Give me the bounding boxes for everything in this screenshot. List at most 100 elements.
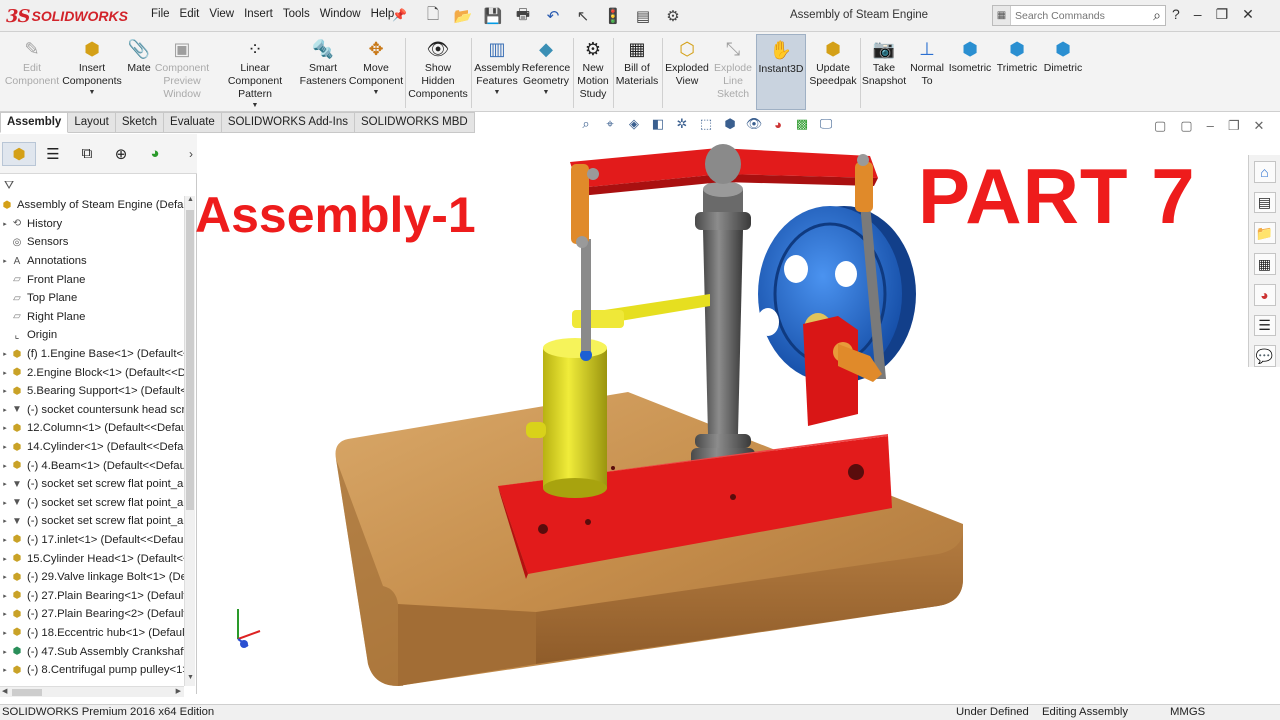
tab-mbd[interactable]: SOLIDWORKS MBD (354, 112, 475, 133)
tree-item[interactable]: ◎ Sensors (0, 233, 184, 252)
expand-arrow-icon[interactable]: ▸ (0, 536, 10, 544)
zoom-to-fit-icon[interactable]: ⌕ (576, 115, 596, 133)
tree-item[interactable]: ▸ ▼ (-) socket set screw flat point_am (0, 494, 184, 513)
menu-edit[interactable]: Edit (175, 8, 205, 20)
filter-icon[interactable]: ⛛ (4, 178, 14, 193)
expand-arrow-icon[interactable]: ▸ (0, 610, 10, 618)
viewport-restore-icon[interactable]: ❐ (1228, 118, 1240, 134)
tree-item[interactable]: ▸⬢ 15.Cylinder Head<1> (Default<<Default> (0, 549, 184, 568)
display-style-icon[interactable]: ⬢ (720, 115, 740, 133)
open-icon[interactable]: 📂 (450, 4, 476, 28)
tab-assembly[interactable]: Assembly (0, 112, 69, 133)
expand-arrow-icon[interactable]: ▸ (0, 573, 10, 581)
expand-arrow-icon[interactable]: ▸ (0, 257, 10, 265)
file-explorer-icon[interactable]: ▦ (1253, 253, 1276, 275)
home-icon[interactable]: ⌂ (1253, 161, 1276, 183)
property-manager-tab-icon[interactable]: ☰ (36, 142, 70, 166)
tree-item[interactable]: ▱ Front Plane (0, 270, 184, 289)
search-icon[interactable]: ⌕ (1153, 7, 1161, 24)
chevron-down-icon[interactable]: ▼ (252, 102, 259, 109)
previous-view-icon[interactable]: ◈ (624, 115, 644, 133)
tree-item[interactable]: ▸ ⬢ (-) 27.Plain Bearing<1> (Default<< (0, 586, 184, 605)
scroll-right-icon[interactable]: ▶ (176, 687, 181, 695)
dynamic-annotation-icon[interactable]: ✲ (672, 115, 692, 133)
tree-item[interactable]: ▸ ⬢ (-) 18.Eccentric hub<1> (Default<< (0, 624, 184, 643)
save-icon[interactable]: 💾 (480, 4, 506, 28)
reference-geometry-button[interactable]: ◆ Reference Geometry ▼ (522, 36, 570, 97)
tree-item[interactable]: ▱ Right Plane (0, 308, 184, 327)
component-preview-button[interactable]: ▣ Component Preview Window (154, 36, 210, 101)
tree-item[interactable]: ▸ ⬢ 12.Column<1> (Default<<Default> (0, 419, 184, 438)
trimetric-button[interactable]: ⬢ Trimetric (994, 36, 1040, 75)
edit-appearance-icon[interactable]: ◕ (768, 115, 788, 133)
expand-arrow-icon[interactable]: ▸ (0, 350, 10, 358)
tree-item[interactable]: ▸ ⟲ History (0, 215, 184, 234)
expand-arrow-icon[interactable]: ▸ (0, 462, 10, 470)
chevron-down-icon[interactable]: ▼ (494, 89, 501, 96)
file-properties-icon[interactable]: ▤ (630, 4, 656, 28)
show-hidden-button[interactable]: 👁 Show Hidden Components (408, 36, 468, 101)
expand-arrow-icon[interactable]: ▸ (0, 629, 10, 637)
tree-item[interactable]: ⌞ Origin (0, 326, 184, 345)
isometric-button[interactable]: ⬢ Isometric (948, 36, 992, 75)
tree-item[interactable]: ▸⬢ 5.Bearing Support<1> (Default<<Default… (0, 382, 184, 401)
split-view-icon[interactable]: ▢ (1154, 118, 1166, 134)
tree-item[interactable]: ▸ ⬢ (-) 47.Sub Assembly Crankshaft (0, 642, 184, 661)
tree-item[interactable]: ▸ ▼ (-) socket set screw flat point_am (0, 512, 184, 531)
insert-components-button[interactable]: ⬢ Insert Components ▼ (62, 36, 122, 97)
tree-item[interactable]: ⬢ Assembly of Steam Engine (Default<Displ… (0, 196, 184, 215)
chevron-down-icon[interactable]: ▼ (89, 89, 96, 96)
tree-item[interactable]: ▸ ▼ (-) socket countersunk head screw (0, 401, 184, 420)
valve-linkage[interactable] (572, 294, 710, 328)
chevron-down-icon[interactable]: ▼ (373, 89, 380, 96)
viewport-minimize-icon[interactable]: – (1207, 118, 1214, 134)
appearances-icon[interactable]: ◕ (1253, 283, 1276, 306)
forum-icon[interactable]: 💬 (1253, 345, 1276, 368)
feature-manager-tab-icon[interactable]: ⬢ (2, 141, 36, 166)
menu-window[interactable]: Window (315, 8, 366, 20)
scroll-down-icon[interactable]: ▼ (185, 674, 196, 686)
expand-arrow-icon[interactable]: ▸ (0, 443, 10, 451)
smart-fasteners-button[interactable]: 🔩 Smart Fasteners (298, 36, 348, 88)
tree-item[interactable]: ▱ Top Plane (0, 289, 184, 308)
expand-arrow-icon[interactable]: ▸ (0, 369, 10, 377)
move-component-button[interactable]: ✥ Move Component ▼ (349, 36, 403, 97)
tree-item[interactable]: ▸ ⬢ (-) 8.Centrifugal pump pulley<1> (0, 661, 184, 680)
bill-of-materials-button[interactable]: ▦ Bill of Materials (614, 36, 660, 88)
tree-item[interactable]: ▸⬢ (f) 1.Engine Base<1> (Default<<Default… (0, 345, 184, 364)
restore-icon[interactable]: ❐ (1216, 6, 1229, 23)
scrollbar-thumb[interactable] (12, 689, 42, 696)
expand-arrow-icon[interactable]: ▸ (0, 517, 10, 525)
expand-arrow-icon[interactable]: ▸ (0, 499, 10, 507)
dimetric-button[interactable]: ⬢ Dimetric (1040, 36, 1086, 75)
explode-line-sketch-button[interactable]: ⤡ Explode Line Sketch (711, 36, 755, 101)
tab-evaluate[interactable]: Evaluate (164, 112, 222, 133)
design-library-icon[interactable]: 📁 (1253, 222, 1276, 245)
zoom-to-area-icon[interactable]: ⌖ (600, 115, 620, 133)
view-page-icon[interactable]: ▢ (1180, 118, 1192, 134)
instant3d-button[interactable]: ✋ Instant3D (756, 34, 806, 110)
expand-arrow-icon[interactable]: ▸ (0, 424, 10, 432)
scroll-left-icon[interactable]: ◀ (2, 687, 7, 695)
tree-item[interactable]: ▸⬢ 14.Cylinder<1> (Default<<Default> (0, 438, 184, 457)
edit-component-button[interactable]: ✎ Edit Component (4, 36, 60, 88)
tab-sketch[interactable]: Sketch (115, 112, 165, 133)
expand-arrow-icon[interactable]: ▸ (0, 480, 10, 488)
expand-arrow-icon[interactable]: ▸ (0, 220, 10, 228)
units-selector[interactable]: MMGS (1170, 706, 1205, 718)
tree-item[interactable]: ▸⬢ (-) 29.Valve linkage Bolt<1> (Default (0, 568, 184, 587)
expand-arrow-icon[interactable]: ▸ (0, 406, 10, 414)
tree-item[interactable]: ▸ ⬢ (-) 17.inlet<1> (Default<<Default> (0, 531, 184, 550)
help-icon[interactable]: ? (1172, 6, 1180, 23)
normal-to-button[interactable]: ⊥ Normal To (906, 36, 948, 88)
tab-layout[interactable]: Layout (68, 112, 116, 133)
tree-item[interactable]: ▸ ⬢ (-) 4.Beam<1> (Default<<Default> (0, 456, 184, 475)
pin-icon[interactable]: 📌 (392, 8, 407, 22)
chevron-right-icon[interactable]: › (189, 147, 193, 161)
exploded-view-button[interactable]: ⬡ Exploded View (663, 36, 711, 88)
resources-icon[interactable]: ▤ (1253, 191, 1276, 214)
select-icon[interactable]: ↖ (570, 4, 596, 28)
options-icon[interactable]: ⚙ (660, 4, 686, 28)
tab-addins[interactable]: SOLIDWORKS Add-Ins (221, 112, 355, 133)
tree-item[interactable]: ▸ A Annotations (0, 252, 184, 271)
